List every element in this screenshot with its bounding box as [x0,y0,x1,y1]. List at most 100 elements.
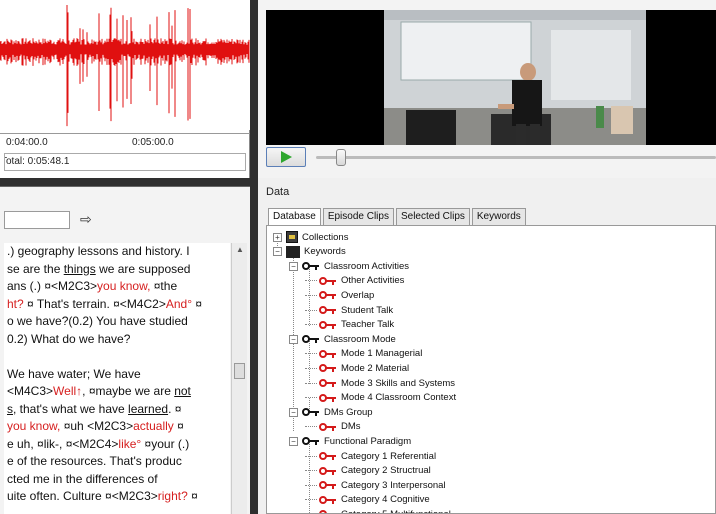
tree-connector [305,426,317,428]
playback-controls [266,147,716,167]
collapse-icon[interactable]: − [289,436,298,446]
tree-node-label: Category 5 Multifunctional [341,509,451,513]
tree-node[interactable]: − DMs Group [289,405,373,419]
tree-connector [305,353,317,355]
tree-node[interactable]: Other Activities [305,274,404,288]
tab-database[interactable]: Database [268,208,321,226]
transcript-text[interactable]: .) geography lessons and history. I se ar… [4,243,230,514]
database-tree: + Collections − Keywords − Classroom Activiti… [266,225,716,514]
transcript-segment: ¤ [187,489,198,503]
transcript-line: se are the things we are supposed [7,261,230,279]
transcript-line: s, that's what we have learned. ¤ [7,401,230,419]
tree-connector [305,324,317,326]
expand-icon[interactable]: + [273,232,282,242]
tree-connector [305,484,317,486]
tree-node[interactable]: Mode 1 Managerial [305,347,422,361]
collapse-icon[interactable]: − [289,334,298,344]
tree-node[interactable]: Category 2 Structrual [305,464,431,478]
transcript-segment: ¤your (.) [141,436,190,451]
collapse-icon[interactable]: − [273,247,282,257]
transcript-segment: you know, [97,279,151,293]
transcript-segment: ans (.) ¤<M2C3> [7,279,98,293]
tree-node-label: Category 3 Interpersonal [341,479,446,491]
transcript-segment: ¤ [173,419,184,433]
collapse-icon[interactable]: − [289,261,298,271]
transcript-segment: actually [133,419,174,433]
key-group-icon [302,408,320,417]
transcript-search-input[interactable] [4,211,70,229]
tree-node-label: Mode 2 Material [341,362,410,374]
tree-node[interactable]: DMs [305,420,361,434]
tree-node[interactable]: − Classroom Mode [289,332,396,346]
position-slider-track[interactable] [316,156,716,159]
tree-node-label: Category 1 Referential [341,450,437,462]
tree-node-label: Classroom Mode [324,333,396,345]
tree-node-label: Student Talk [341,304,394,316]
transcript-segment: We have water; We have [7,366,141,381]
tree-connector [305,382,317,384]
tree-node[interactable]: Overlap [305,288,374,302]
transcript-line: e uh, ¤lik-, ¤<M2C4>like° ¤your (.) [7,436,230,454]
transcript-segment: ¤ That's terrain. ¤<M4C2> [23,296,166,311]
tree-node[interactable]: Mode 2 Material [305,361,409,375]
tree-connector [305,470,317,472]
transcript-segment: And° [165,296,192,311]
tree-node[interactable]: Category 5 Multifunctional [305,507,451,513]
tree-node[interactable]: − Keywords [273,245,346,259]
tree-node[interactable]: Mode 3 Skills and Systems [305,376,455,390]
tree-node[interactable]: − Functional Paradigm [289,434,411,448]
key-icon [319,364,337,373]
transcript-segment: we are supposed [95,261,191,276]
tab-episode-clips[interactable]: Episode Clips [322,208,394,225]
key-icon [319,481,337,490]
tree-node[interactable]: Student Talk [305,303,393,317]
tree-node-label: DMs Group [324,406,373,418]
total-time: Total: 0:05:48.1 [4,153,246,171]
tree-node-label: Category 2 Structrual [341,465,431,477]
transcript-segment: like° [118,436,142,451]
tree-node[interactable]: − Classroom Activities [289,259,409,273]
tree-connector [305,367,317,369]
position-slider-thumb[interactable] [336,149,346,166]
transcript-segment: uite often. Culture ¤<M2C3> [7,489,158,503]
key-group-icon [302,437,320,446]
tree-node[interactable]: Category 3 Interpersonal [305,478,446,492]
transcript-segment: ¤ [192,296,203,311]
key-icon [319,306,337,314]
classroom-video-image [266,10,716,145]
transcript-segment: learned [128,401,169,416]
play-button[interactable] [266,147,306,167]
key-icon [319,393,337,402]
tree-node-label: Functional Paradigm [324,435,412,447]
waveform-display[interactable] [0,0,250,130]
transcript-pane: ⇨ .) geography lessons and history. I se … [0,186,250,514]
tree-node[interactable]: + Collections [273,230,348,244]
key-icon [319,276,337,285]
transcript-scrollbar[interactable]: ▲ [231,243,247,514]
transcript-segment: 0.2) What do we have? [7,331,131,346]
waveform-pane: 0:04:00.0 0:05:00.0 Total: 0:05:48.1 [0,0,250,178]
tree-node[interactable]: Category 1 Referential [305,449,436,463]
scroll-up-icon[interactable]: ▲ [236,245,244,254]
transcript-segment: cted me in the differences of [7,471,158,486]
right-arrow-icon[interactable]: ⇨ [80,211,92,228]
tree-node[interactable]: Mode 4 Classroom Context [305,391,456,405]
key-icon [319,320,337,329]
total-time-label: Total: 0:05:48.1 [4,156,70,167]
tree-node[interactable]: Category 4 Cognitive [305,493,430,507]
scrollbar-thumb[interactable] [234,363,245,379]
transcript-segment: o we have?(0.2) You have studied [7,314,188,328]
database-icon [286,231,298,243]
tree-node-label: Collections [302,231,349,243]
tree-node[interactable]: Teacher Talk [305,318,394,332]
transana-window: 0:04:00.0 0:05:00.0 Total: 0:05:48.1 ⇨ .… [0,0,716,514]
transcript-segment: ¤the [150,279,178,293]
transcript-line: ht? ¤ That's terrain. ¤<M4C2>And° ¤ [7,296,230,314]
tab-selected-clips[interactable]: Selected Clips [395,208,470,225]
tree-connector [305,309,317,311]
transcript-line: o we have?(0.2) You have studied [7,313,230,331]
collapse-icon[interactable]: − [289,407,298,417]
tree-node-label: DMs [341,421,361,433]
tab-keywords[interactable]: Keywords [471,208,526,225]
video-frame[interactable] [266,10,716,145]
